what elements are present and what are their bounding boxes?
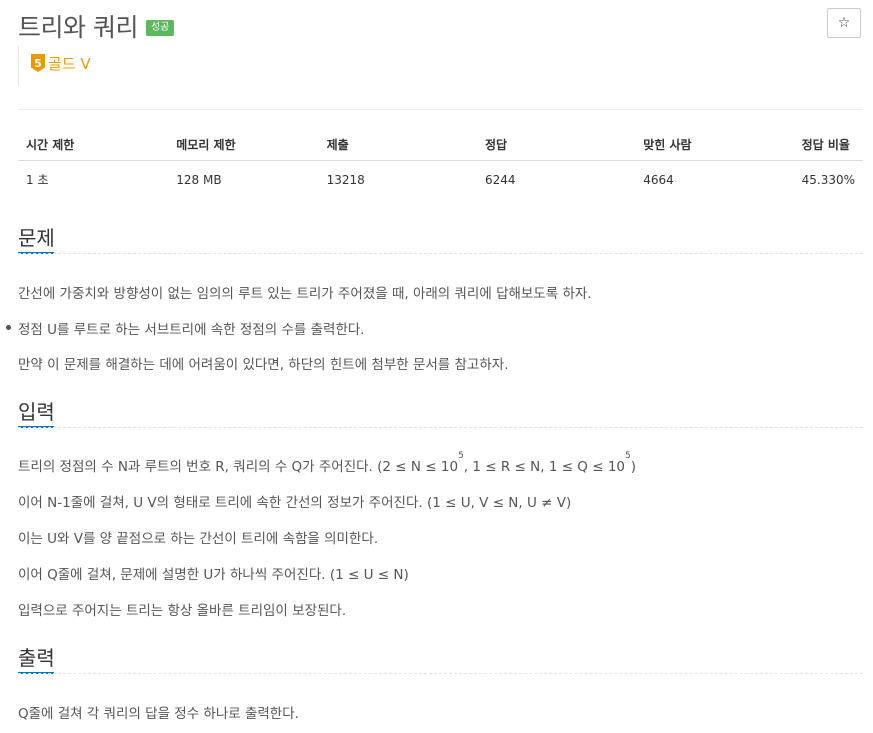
divider: [18, 109, 863, 110]
tier-block: 5 골드 V: [18, 46, 91, 86]
star-button[interactable]: ☆: [827, 8, 861, 38]
description-bullet-item: 정점 U를 루트로 하는 서브트리에 속한 정점의 수를 출력한다.: [18, 322, 365, 338]
input-text: , 1 ≤ R ≤ N, 1 ≤ Q ≤ 10: [463, 459, 625, 475]
problem-page: 트리와 쿼리 성공 ☆ 5 골드 V 시간 제한 메모리 제한 제출 정답 맞힌…: [0, 0, 873, 733]
input-paragraph: 이는 U와 V를 양 끝점으로 하는 간선이 트리에 속함을 의미한다.: [18, 531, 379, 547]
gold-tier-icon: 5: [31, 54, 45, 72]
value-solved-users[interactable]: 4664: [635, 161, 793, 199]
problem-info-table: 시간 제한 메모리 제한 제출 정답 맞힌 사람 정답 비율 1 초 128 M…: [18, 128, 863, 198]
value-time-limit: 1 초: [26, 173, 49, 187]
input-paragraph: 입력으로 주어지는 트리는 항상 올바른 트리임이 보장된다.: [18, 603, 347, 619]
info-value-row: 1 초 128 MB 13218 6244 4664 45.330%: [18, 161, 863, 199]
header-memory-limit: 메모리 제한: [168, 128, 319, 161]
section-title-description: 문제: [18, 226, 55, 250]
header-time-limit: 시간 제한: [18, 128, 169, 161]
info-header-row: 시간 제한 메모리 제한 제출 정답 맞힌 사람 정답 비율: [18, 128, 863, 161]
status-badge: 성공: [145, 20, 175, 36]
star-icon: ☆: [837, 15, 851, 31]
value-memory-limit: 128 MB: [176, 172, 222, 187]
tier-link[interactable]: 5 골드 V: [31, 53, 91, 74]
value-accepted[interactable]: 6244: [477, 161, 635, 199]
superscript: 5: [625, 451, 631, 461]
input-paragraph: 이어 Q줄에 걸쳐, 문제에 설명한 U가 하나씩 주어진다. (1 ≤ U ≤…: [18, 567, 409, 583]
section-divider: [18, 673, 863, 674]
input-paragraph: 이어 N-1줄에 걸쳐, U V의 형태로 트리에 속한 간선의 정보가 주어진…: [18, 495, 572, 511]
description-paragraph: 간선에 가중치와 방향성이 없는 임의의 루트 있는 트리가 주어졌을 때, 아…: [18, 286, 592, 302]
value-accept-ratio: 45.330%: [801, 172, 855, 187]
bullet-dot: [6, 325, 11, 330]
section-divider: [18, 427, 863, 428]
section-title-input: 입력: [18, 400, 55, 424]
problem-title: 트리와 쿼리: [18, 13, 138, 42]
header-solved-users: 맞힌 사람: [635, 128, 794, 161]
tier-label: 골드 V: [48, 54, 91, 73]
section-divider: [18, 253, 863, 254]
header-accepted: 정답: [476, 128, 636, 161]
input-text: 트리의 정점의 수 N과 루트의 번호 R, 쿼리의 수 Q가 주어진다. (2…: [18, 459, 459, 475]
value-submissions[interactable]: 13218: [319, 161, 477, 199]
header-submissions: 제출: [318, 128, 477, 161]
superscript: 5: [458, 451, 464, 461]
input-paragraph: 트리의 정점의 수 N과 루트의 번호 R, 쿼리의 수 Q가 주어진다. (2…: [18, 451, 637, 475]
output-paragraph: Q줄에 걸쳐 각 쿼리의 답을 정수 하나로 출력한다.: [18, 706, 299, 722]
input-text: ): [630, 459, 637, 475]
description-paragraph: 만약 이 문제를 해결하는 데에 어려움이 있다면, 하단의 힌트에 첨부한 문…: [18, 357, 509, 373]
header-accept-ratio: 정답 비율: [793, 128, 863, 161]
section-title-output: 출력: [18, 646, 55, 670]
title-row: 트리와 쿼리 성공: [18, 8, 175, 44]
